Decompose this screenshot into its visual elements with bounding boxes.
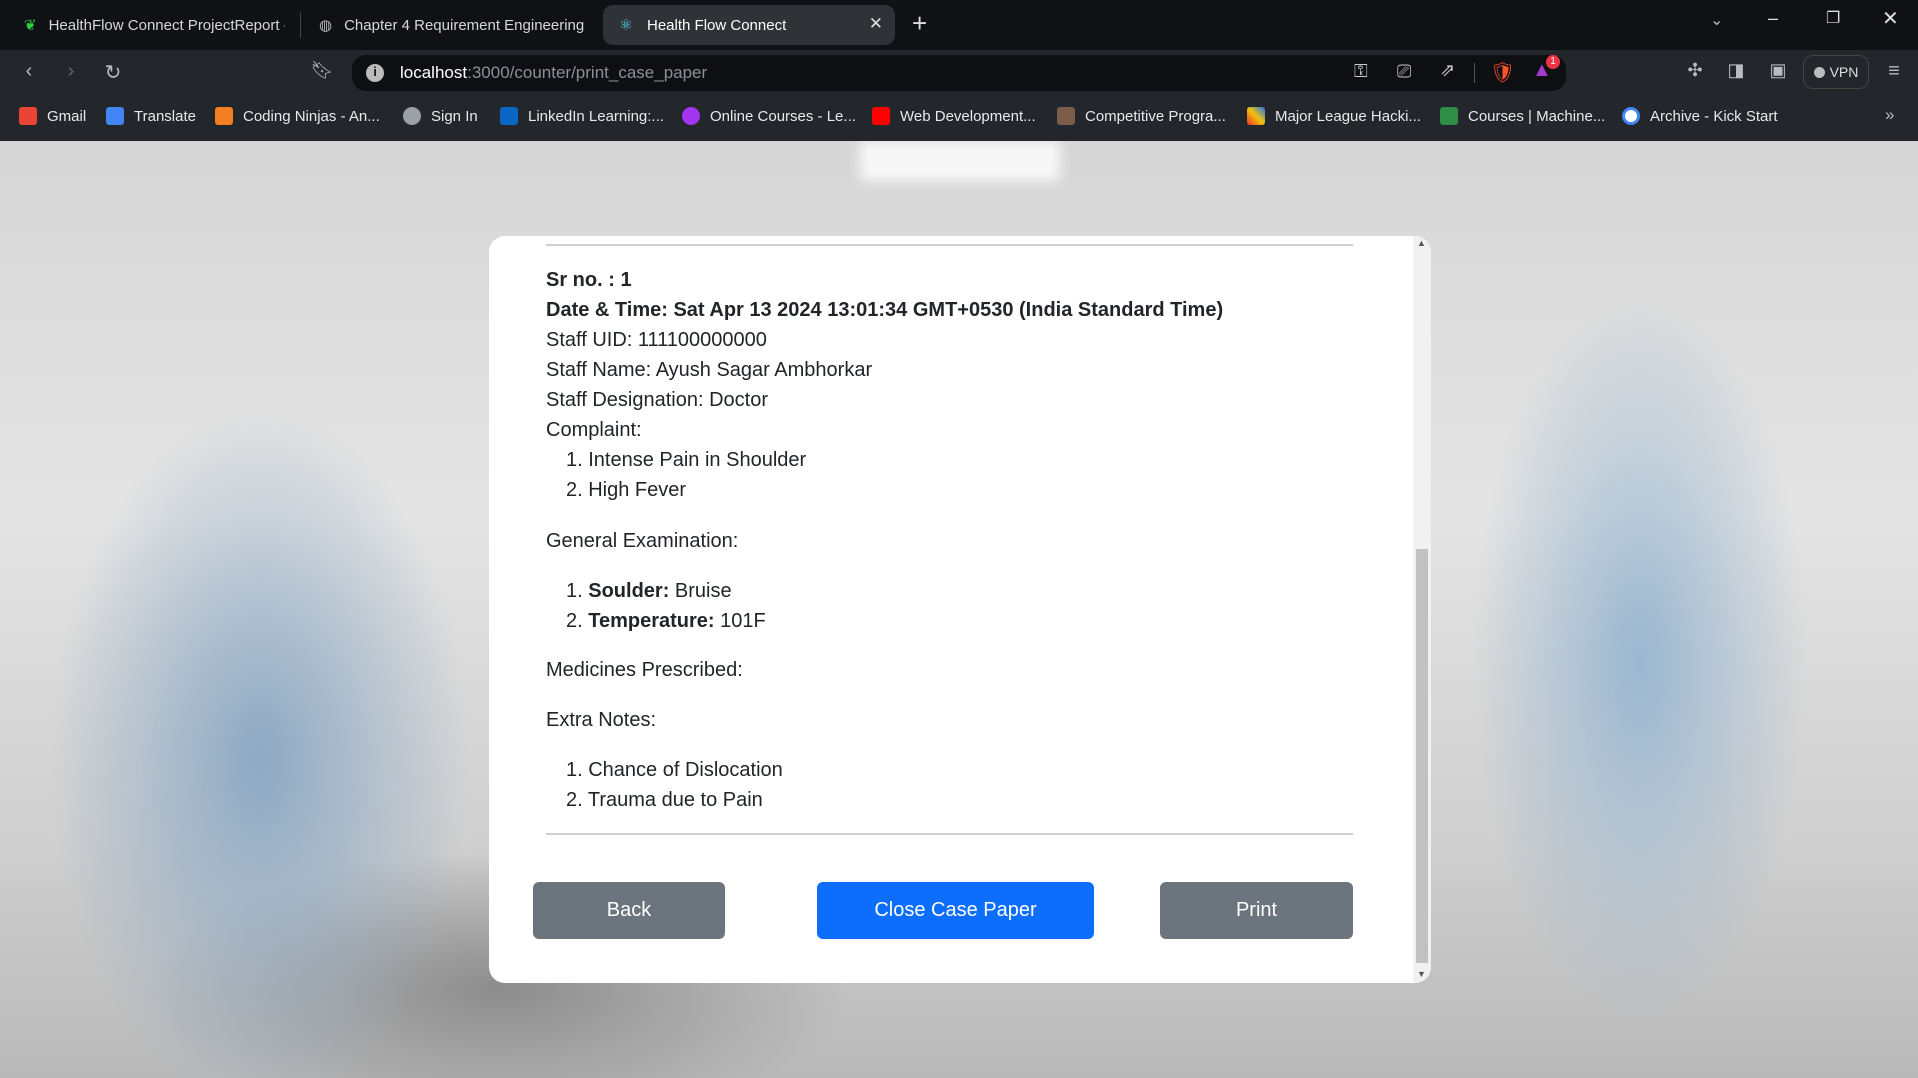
reload-icon[interactable]: ↻ [101, 60, 125, 85]
google-icon [1622, 107, 1640, 125]
address-bar[interactable]: i localhost:3000/counter/print_case_pape… [352, 55, 1566, 91]
tab-search-chevron-icon[interactable]: ⌄ [1710, 10, 1723, 30]
new-tab-icon[interactable]: + [912, 8, 927, 39]
share-icon[interactable]: ⇗ [1440, 60, 1455, 81]
close-window-icon[interactable]: ✕ [1882, 6, 1899, 31]
tab-chapter-4[interactable]: ◍ Chapter 4 Requirement Engineering. [305, 5, 585, 45]
top-divider [546, 244, 1353, 246]
bookmarks-bar: Gmail Translate Coding Ninjas - An... Si… [0, 95, 1918, 141]
bookmark-mlh[interactable]: Major League Hacki... [1247, 107, 1421, 125]
vpn-button[interactable]: VPN [1803, 55, 1869, 89]
case-paper-card: Sr no. : 1 Date & Time: Sat Apr 13 2024 … [489, 236, 1431, 983]
date-time: Date & Time: Sat Apr 13 2024 13:01:34 GM… [546, 299, 1224, 321]
minimize-icon[interactable]: – [1768, 8, 1778, 29]
scrollbar-thumb[interactable] [1416, 549, 1428, 963]
gmail-icon [19, 107, 37, 125]
scroll-down-icon[interactable]: ▼ [1417, 969, 1426, 979]
bookmark-translate[interactable]: Translate [106, 107, 196, 125]
toolbar: ‹ › ↻ 🔖︎ i localhost:3000/counter/print_… [0, 50, 1918, 95]
youtube-icon [872, 107, 890, 125]
staff-uid: Staff UID: 111100000000 [546, 329, 767, 351]
bookmark-gmail[interactable]: Gmail [19, 107, 86, 125]
general-exam-item: 1. Soulder: Bruise [566, 580, 732, 602]
bookmark-coding-ninjas[interactable]: Coding Ninjas - An... [215, 107, 380, 125]
back-nav-icon[interactable]: ‹ [17, 60, 41, 83]
staff-name: Staff Name: Ayush Sagar Ambhorkar [546, 359, 873, 381]
vpn-status-icon [1813, 66, 1825, 78]
forward-nav-icon[interactable]: › [59, 60, 83, 83]
globe-icon: ◍ [319, 17, 333, 34]
bottom-divider [546, 833, 1353, 835]
bookmark-linkedin-learning[interactable]: LinkedIn Learning:... [500, 107, 664, 125]
translate-icon [106, 107, 124, 125]
gfg-icon [1440, 107, 1458, 125]
print-button[interactable]: Print [1160, 882, 1353, 939]
bookmark-sign-in[interactable]: Sign In [403, 107, 478, 125]
close-case-paper-button[interactable]: Close Case Paper [817, 882, 1094, 939]
sidebar-icon[interactable]: ◨ [1724, 60, 1748, 81]
medicines-label: Medicines Prescribed: [546, 659, 743, 681]
bookmark-icon[interactable]: 🔖︎ [310, 60, 334, 81]
back-button[interactable]: Back [533, 882, 725, 939]
ceiling-light [860, 141, 1060, 181]
menu-icon[interactable]: ≡ [1882, 60, 1906, 83]
url-text[interactable]: localhost:3000/counter/print_case_paper [400, 63, 707, 83]
bookmark-gfg[interactable]: Courses | Machine... [1440, 107, 1605, 125]
more-bookmarks-icon[interactable]: » [1885, 105, 1894, 125]
complaint-label: Complaint: [546, 419, 642, 441]
general-exam-label: General Examination: [546, 530, 739, 552]
linkedin-learning-icon [500, 107, 518, 125]
close-tab-icon[interactable]: ✕ [869, 14, 883, 34]
restore-icon[interactable]: ❐ [1826, 8, 1840, 28]
globe-icon [403, 107, 421, 125]
react-icon: ⚛ [619, 17, 633, 34]
codechef-icon [1057, 107, 1075, 125]
tab-project-report[interactable]: ❦ HealthFlow Connect ProjectReport - [10, 5, 285, 45]
wallet-icon[interactable]: ▣ [1766, 60, 1790, 81]
bookmark-udemy[interactable]: Online Courses - Le... [682, 107, 856, 125]
general-exam-item: 2. Temperature: 101F [566, 610, 766, 632]
tab-divider [300, 12, 301, 38]
extra-note-item: 2. Trauma due to Pain [566, 789, 763, 811]
bookmark-codechef[interactable]: Competitive Progra... [1057, 107, 1226, 125]
install-app-icon[interactable]: ⎚ [1397, 61, 1411, 82]
notification-badge: 1 [1546, 55, 1560, 69]
key-icon[interactable]: ⚿ [1354, 61, 1368, 82]
complaint-item: 1. Intense Pain in Shoulder [566, 449, 807, 471]
leaf-icon: ❦ [24, 17, 37, 34]
udemy-icon [682, 107, 700, 125]
divider [1474, 63, 1475, 83]
tab-health-flow-connect[interactable]: ⚛ Health Flow Connect ✕ [603, 5, 895, 45]
extensions-icon[interactable]: ✣ [1683, 60, 1707, 81]
complaint-item: 2. High Fever [566, 479, 687, 501]
brave-shields-icon[interactable]: 🛡︎ [1490, 60, 1515, 85]
extra-notes-label: Extra Notes: [546, 709, 657, 731]
tab-bar: ❦ HealthFlow Connect ProjectReport - ◍ Cha… [0, 0, 1918, 50]
staff-designation: Staff Designation: Doctor [546, 389, 768, 411]
scrollbar[interactable]: ▲ ▼ [1413, 236, 1431, 983]
scroll-up-icon[interactable]: ▲ [1417, 238, 1426, 248]
extra-note-item: 1. Chance of Dislocation [566, 759, 783, 781]
bookmark-kick-start[interactable]: Archive - Kick Start [1622, 107, 1778, 125]
site-info-icon[interactable]: i [366, 64, 384, 82]
mlh-icon [1247, 107, 1265, 125]
coding-ninjas-icon [215, 107, 233, 125]
bookmark-youtube[interactable]: Web Development... [872, 107, 1036, 125]
sr-no: Sr no. : 1 [546, 269, 632, 291]
